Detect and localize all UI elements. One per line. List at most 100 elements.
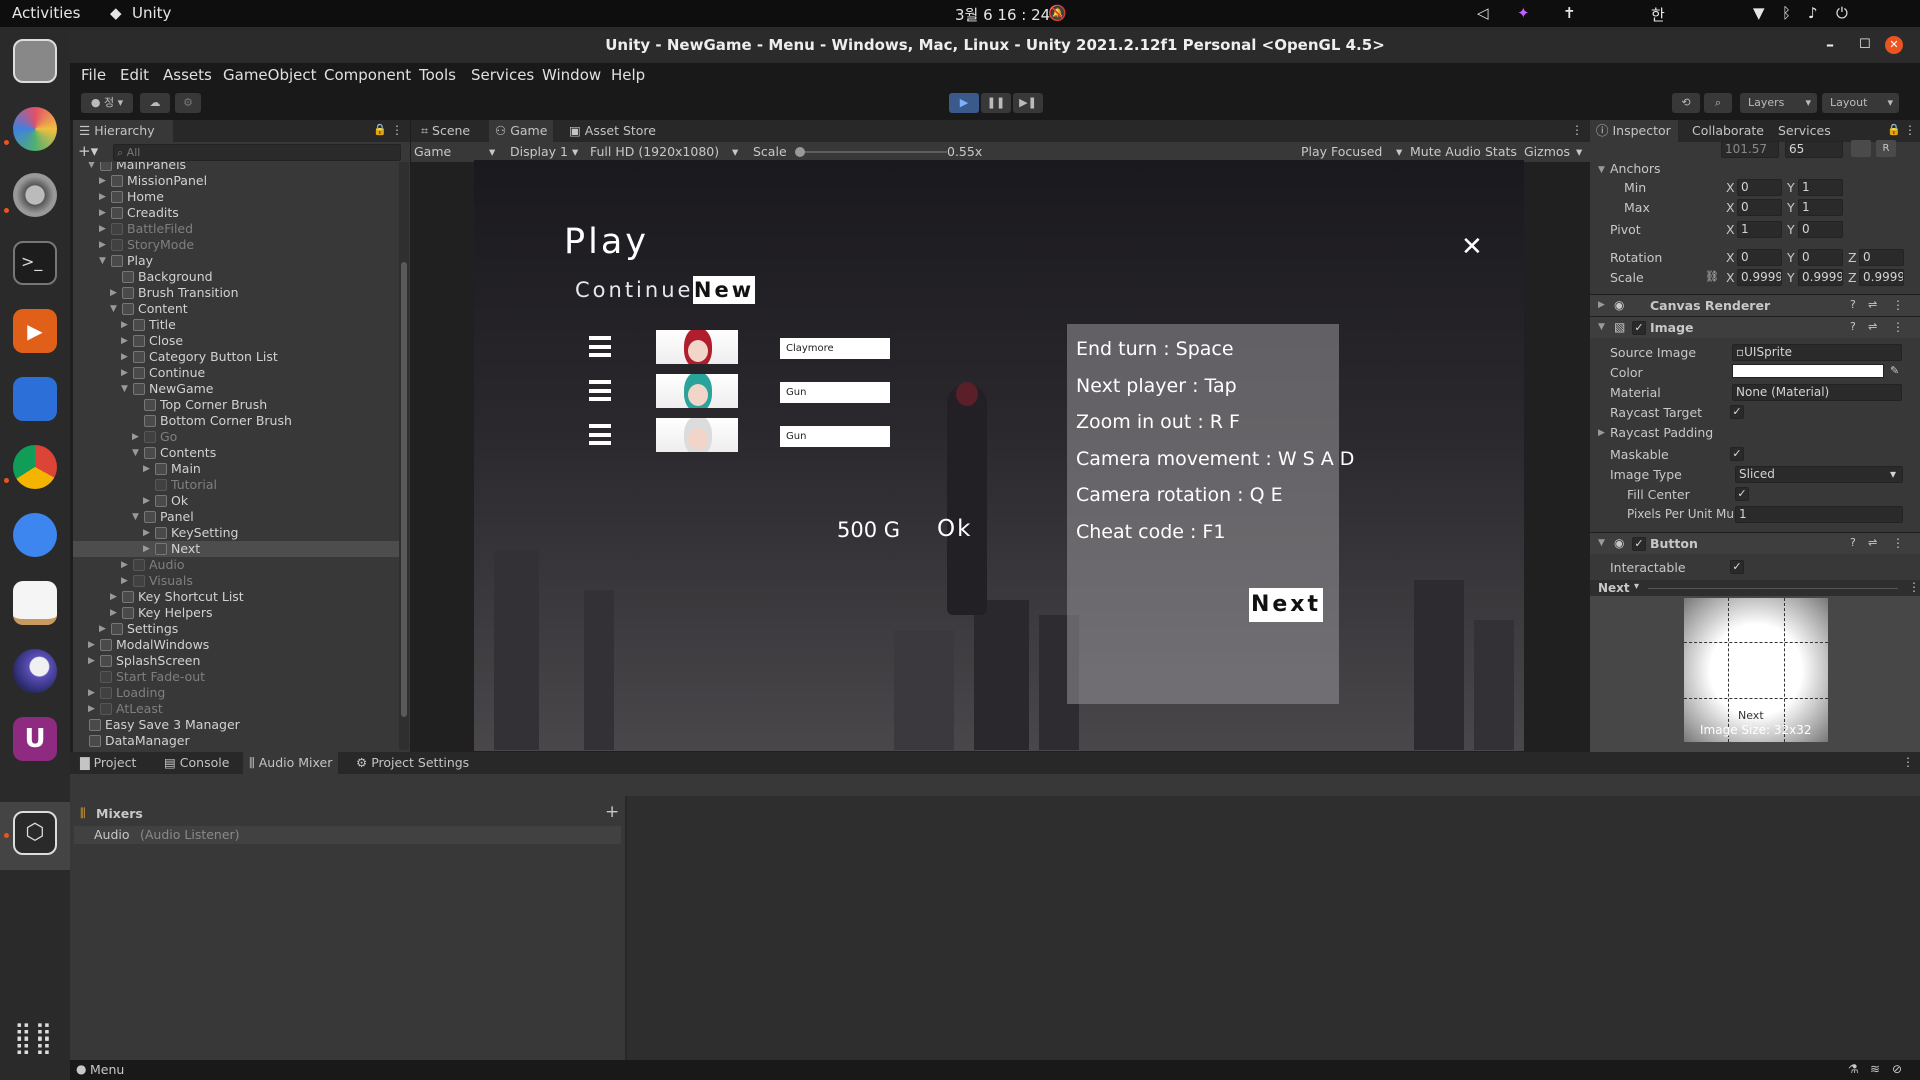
- hierarchy-item[interactable]: ▶ BattleFiled: [73, 221, 399, 237]
- hierarchy-item[interactable]: Top Corner Brush: [73, 397, 399, 413]
- hierarchy-item[interactable]: Easy Save 3 Manager: [73, 717, 399, 733]
- enable-checkbox[interactable]: ✓: [1632, 537, 1646, 551]
- collapsed-arrow-icon[interactable]: ▶: [99, 224, 106, 234]
- weapon-field[interactable]: Claymore: [780, 338, 890, 359]
- cache-icon[interactable]: ≋: [1870, 1062, 1880, 1076]
- menu-help[interactable]: Help: [611, 66, 645, 84]
- button-component-header[interactable]: ▼ ◉ ✓ Button ? ⇌ ⋮: [1590, 532, 1920, 554]
- collapsed-arrow-icon[interactable]: ▶: [110, 592, 117, 602]
- menu-gameobject[interactable]: GameObject: [223, 66, 317, 84]
- scale-x[interactable]: 0.9999: [1737, 269, 1782, 286]
- fill-center-checkbox[interactable]: ✓: [1735, 487, 1749, 501]
- menu-services[interactable]: Services: [471, 66, 534, 84]
- hierarchy-item[interactable]: ▶ StoryMode: [73, 237, 399, 253]
- hierarchy-item[interactable]: ▶ Continue: [73, 365, 399, 381]
- drag-handle-icon[interactable]: [589, 424, 611, 445]
- hierarchy-item[interactable]: ▶ Loading: [73, 685, 399, 701]
- hierarchy-item[interactable]: ▶ KeySetting: [73, 525, 399, 541]
- weapon-field[interactable]: Gun: [780, 382, 890, 403]
- collapsed-arrow-icon[interactable]: ▶: [88, 640, 95, 650]
- collapsed-arrow-icon[interactable]: ▶: [121, 576, 128, 586]
- expanded-arrow-icon[interactable]: ▼: [121, 384, 128, 394]
- hierarchy-item[interactable]: ▶ AtLeast: [73, 701, 399, 717]
- anchor-min-x[interactable]: 0: [1737, 179, 1782, 196]
- enable-checkbox[interactable]: ✓: [1632, 321, 1646, 335]
- close-icon[interactable]: ✕: [1461, 232, 1483, 262]
- progress-icon[interactable]: ⊘: [1892, 1062, 1902, 1076]
- terminal-icon[interactable]: >_: [13, 241, 57, 285]
- paint-app-icon[interactable]: [13, 581, 57, 625]
- color-app-icon[interactable]: [13, 107, 57, 151]
- lock-icon[interactable]: 🔒: [1887, 123, 1901, 136]
- scale-slider[interactable]: [795, 147, 947, 157]
- maskable-checkbox[interactable]: ✓: [1730, 447, 1744, 461]
- preset-icon[interactable]: ⇌: [1868, 320, 1877, 333]
- hierarchy-item[interactable]: ▼ NewGame: [73, 381, 399, 397]
- hierarchy-item[interactable]: ▼ Panel: [73, 509, 399, 525]
- hierarchy-item[interactable]: Start Fade-out: [73, 669, 399, 685]
- ok-button[interactable]: Ok: [937, 516, 972, 542]
- material-field[interactable]: None (Material): [1732, 384, 1902, 401]
- hierarchy-item[interactable]: ▼ MainPanels: [73, 162, 399, 173]
- hierarchy-item[interactable]: Tutorial: [73, 477, 399, 493]
- collab-icon[interactable]: ⚙: [175, 93, 201, 113]
- anchor-max-y[interactable]: 1: [1798, 199, 1843, 216]
- eyedropper-icon[interactable]: ✎: [1890, 364, 1899, 377]
- width-field[interactable]: 101.57: [1721, 141, 1779, 158]
- anchor-max-x[interactable]: 0: [1737, 199, 1782, 216]
- raw-edit-button[interactable]: R: [1876, 140, 1896, 157]
- hierarchy-scrollbar[interactable]: [399, 162, 409, 750]
- hierarchy-item[interactable]: ▶ Creadits: [73, 205, 399, 221]
- hierarchy-item[interactable]: ▶ Main: [73, 461, 399, 477]
- stats-toggle[interactable]: Stats: [1485, 144, 1517, 159]
- hierarchy-item[interactable]: ▶ Audio: [73, 557, 399, 573]
- resolution-dropdown[interactable]: Full HD (1920x1080) ▾: [590, 144, 738, 159]
- kebab-menu-icon[interactable]: ⋮: [1892, 320, 1904, 334]
- blueprint-mode-button[interactable]: [1851, 140, 1871, 157]
- hierarchy-item[interactable]: ▶ Home: [73, 189, 399, 205]
- rotation-x[interactable]: 0: [1737, 249, 1782, 266]
- game-mode-dropdown[interactable]: Game ▾: [414, 144, 495, 159]
- collapsed-arrow-icon[interactable]: ▶: [110, 608, 117, 618]
- tab-project[interactable]: ▇ Project: [74, 752, 142, 774]
- video-player-icon[interactable]: ▶: [13, 309, 57, 353]
- hierarchy-item[interactable]: ▶ Brush Transition: [73, 285, 399, 301]
- color-swatch[interactable]: [1732, 364, 1884, 378]
- collapsed-arrow-icon[interactable]: ▶: [143, 528, 150, 538]
- anchor-min-y[interactable]: 1: [1798, 179, 1843, 196]
- help-icon[interactable]: ?: [1850, 298, 1856, 311]
- hierarchy-item[interactable]: ▶ Key Helpers: [73, 605, 399, 621]
- collapsed-arrow-icon[interactable]: ▶: [99, 624, 106, 634]
- expanded-arrow-icon[interactable]: ▼: [132, 512, 139, 522]
- collapsed-arrow-icon[interactable]: ▶: [110, 288, 117, 298]
- clock[interactable]: 3월 6 16 : 24: [955, 4, 1050, 25]
- power-icon[interactable]: ⏻: [1836, 4, 1848, 22]
- hierarchy-search-input[interactable]: ⌕ All: [113, 144, 401, 161]
- kebab-menu-icon[interactable]: ⋮: [391, 123, 403, 137]
- collapsed-arrow-icon[interactable]: ▶: [132, 432, 139, 442]
- layout-dropdown[interactable]: Layout ▾: [1822, 93, 1899, 113]
- help-icon[interactable]: ?: [1850, 320, 1856, 333]
- preset-icon[interactable]: ⇌: [1868, 298, 1877, 311]
- scale-y[interactable]: 0.9999: [1798, 269, 1843, 286]
- mixer-row[interactable]: Audio (Audio Listener): [74, 826, 621, 844]
- kebab-menu-icon[interactable]: ⋮: [1908, 580, 1920, 594]
- collapsed-arrow-icon[interactable]: ▶: [121, 320, 128, 330]
- tab-scene[interactable]: ⌗ Scene: [415, 120, 476, 142]
- interactable-checkbox[interactable]: ✓: [1730, 560, 1744, 574]
- hierarchy-item[interactable]: ▶ ModalWindows: [73, 637, 399, 653]
- hierarchy-item[interactable]: ▶ MissionPanel: [73, 173, 399, 189]
- step-button[interactable]: ▶❚: [1013, 93, 1043, 113]
- hierarchy-item[interactable]: ▼ Play: [73, 253, 399, 269]
- accessibility-icon[interactable]: ✝: [1563, 4, 1576, 22]
- account-dropdown[interactable]: ● 정 ▾: [81, 93, 133, 113]
- source-image-field[interactable]: ▫UISprite: [1732, 344, 1902, 361]
- hierarchy-item[interactable]: ▶ Category Button List: [73, 349, 399, 365]
- collapsed-arrow-icon[interactable]: ▶: [143, 496, 150, 506]
- help-icon[interactable]: ?: [1850, 536, 1856, 549]
- preset-icon[interactable]: ⇌: [1868, 536, 1877, 549]
- hierarchy-item[interactable]: ▶ Go: [73, 429, 399, 445]
- hierarchy-item[interactable]: ▶ Settings: [73, 621, 399, 637]
- ppu-field[interactable]: 1: [1735, 506, 1903, 523]
- gitkraken-icon[interactable]: [13, 513, 57, 557]
